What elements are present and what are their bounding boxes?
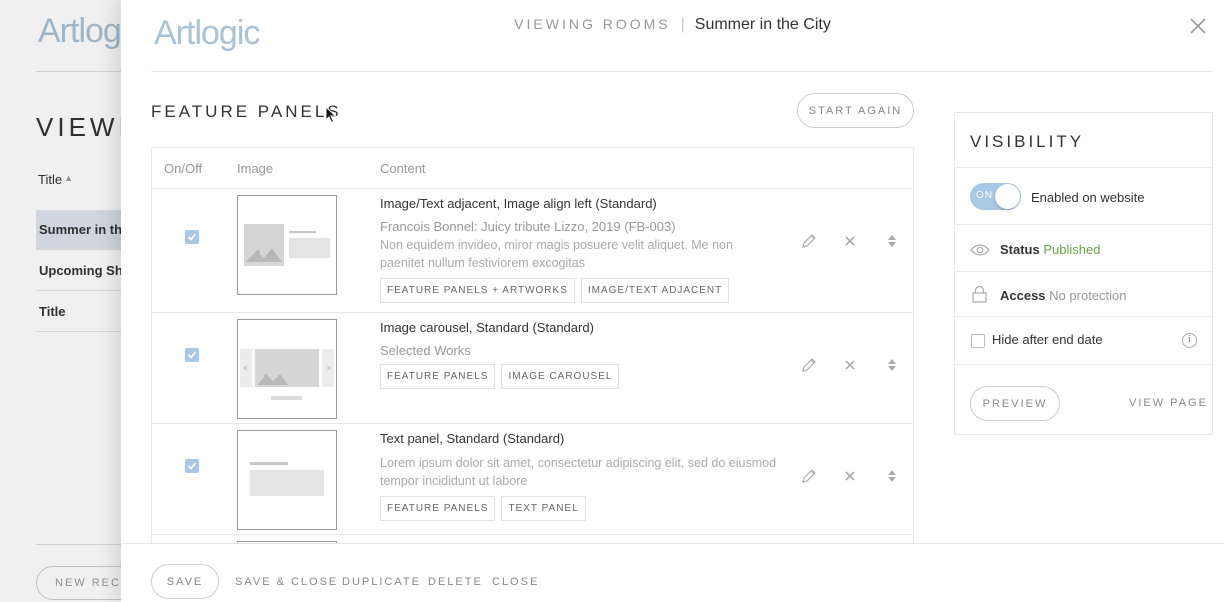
panel-enabled-checkbox[interactable] xyxy=(185,459,199,473)
panel-description: Non equidem invideo, miror magis posuere… xyxy=(380,238,733,270)
reorder-handle-icon[interactable] xyxy=(883,467,901,485)
panel-description: Lorem ipsum dolor sit amet, consectetur … xyxy=(380,456,777,488)
page-title: Summer in the City xyxy=(694,16,831,33)
column-header-image: Image xyxy=(237,161,274,176)
panel-enabled-checkbox[interactable] xyxy=(185,230,199,244)
visibility-title: VISIBILITY xyxy=(970,132,1085,151)
breadcrumb: VIEWING ROOMS | Summer in the City xyxy=(121,16,1224,34)
divider xyxy=(955,364,1212,365)
info-icon[interactable]: i xyxy=(1182,333,1197,348)
panel-thumbnail[interactable] xyxy=(237,430,337,530)
view-page-link[interactable]: VIEW PAGE xyxy=(1129,397,1208,409)
footer-divider xyxy=(121,543,1224,544)
panel-thumbnail[interactable] xyxy=(237,195,337,295)
panel-thumbnail[interactable] xyxy=(237,319,337,419)
column-header-onoff: On/Off xyxy=(164,161,203,176)
panel-subtitle: Francois Bonnel: Juicy tribute Lizzo, 20… xyxy=(380,219,676,234)
panel-enabled-checkbox[interactable] xyxy=(185,348,199,362)
panel-content: Image carousel, Standard (Standard) Sele… xyxy=(380,320,780,389)
panel-tag: FEATURE PANELS xyxy=(380,496,496,521)
close-icon[interactable] xyxy=(1188,16,1208,36)
visibility-panel: VISIBILITY ON Enabled on website Status … xyxy=(954,112,1213,435)
panel-title: Image carousel, Standard (Standard) xyxy=(380,320,594,335)
divider xyxy=(955,271,1212,272)
table-row: Image carousel, Standard (Standard) Sele… xyxy=(152,313,913,424)
toggle-label: ON xyxy=(976,190,993,201)
panel-title: Image/Text adjacent, Image align left (S… xyxy=(380,196,657,211)
panel-tag: FEATURE PANELS xyxy=(380,364,496,389)
duplicate-button[interactable]: DUPLICATE xyxy=(342,576,421,588)
table-row: Image/Text adjacent, Image align left (S… xyxy=(152,189,913,313)
reorder-handle-icon[interactable] xyxy=(883,356,901,374)
breadcrumb-separator: | xyxy=(680,16,685,33)
status-label: Status xyxy=(1000,242,1040,257)
feature-panels-title: FEATURE PANELS xyxy=(151,102,342,121)
delete-x-icon[interactable] xyxy=(841,232,859,250)
divider xyxy=(955,316,1212,317)
image-carousel-layout-icon xyxy=(240,349,334,400)
delete-x-icon[interactable] xyxy=(841,467,859,485)
status-row: Status Published xyxy=(1000,242,1100,257)
lock-icon xyxy=(972,285,987,308)
hide-after-end-date-label: Hide after end date xyxy=(992,332,1103,347)
divider xyxy=(955,167,1212,168)
close-button[interactable]: CLOSE xyxy=(492,576,539,588)
start-again-button[interactable]: START AGAIN xyxy=(797,93,914,128)
panel-tag: IMAGE CAROUSEL xyxy=(501,364,620,389)
save-close-button[interactable]: SAVE & CLOSE xyxy=(235,576,338,588)
edit-pencil-icon[interactable] xyxy=(800,467,818,485)
reorder-handle-icon[interactable] xyxy=(883,232,901,250)
panel-tag: IMAGE/TEXT ADJACENT xyxy=(580,278,730,303)
text-panel-layout-icon xyxy=(250,462,324,496)
toggle-knob xyxy=(995,184,1020,209)
access-row: Access No protection xyxy=(1000,288,1127,303)
feature-panels-table: On/Off Image Content Image/Text adjacent… xyxy=(151,147,914,544)
enabled-label: Enabled on website xyxy=(1031,190,1145,205)
header-divider xyxy=(151,71,1212,72)
divider xyxy=(955,224,1212,225)
access-value: No protection xyxy=(1049,288,1127,303)
column-header-content: Content xyxy=(380,161,426,176)
breadcrumb-section[interactable]: VIEWING ROOMS xyxy=(514,16,670,32)
mouse-cursor-icon xyxy=(325,105,337,124)
panel-content: Text panel, Standard (Standard) Lorem ip… xyxy=(380,431,780,521)
access-label: Access xyxy=(1000,288,1046,303)
enabled-toggle[interactable]: ON xyxy=(970,183,1021,210)
viewing-room-modal: Artlogic VIEWING ROOMS | Summer in the Cit… xyxy=(121,0,1224,602)
panel-content: Image/Text adjacent, Image align left (S… xyxy=(380,196,780,303)
edit-pencil-icon[interactable] xyxy=(800,232,818,250)
eye-icon xyxy=(970,243,990,262)
hide-after-end-date-checkbox[interactable] xyxy=(971,334,985,348)
panel-title: Text panel, Standard (Standard) xyxy=(380,431,565,446)
table-row: Text panel, Standard (Standard) Lorem ip… xyxy=(152,424,913,535)
panel-tag: FEATURE PANELS + ARTWORKS xyxy=(380,278,575,303)
panel-tag: TEXT PANEL xyxy=(501,496,586,521)
save-button[interactable]: SAVE xyxy=(151,564,219,599)
table-header: On/Off Image Content xyxy=(152,148,913,189)
image-text-layout-icon xyxy=(244,224,330,266)
preview-button[interactable]: PREVIEW xyxy=(970,386,1060,421)
status-value: Published xyxy=(1043,242,1101,257)
delete-x-icon[interactable] xyxy=(841,356,859,374)
edit-pencil-icon[interactable] xyxy=(800,356,818,374)
panel-subtitle: Selected Works xyxy=(380,343,471,358)
delete-button[interactable]: DELETE xyxy=(428,576,483,588)
